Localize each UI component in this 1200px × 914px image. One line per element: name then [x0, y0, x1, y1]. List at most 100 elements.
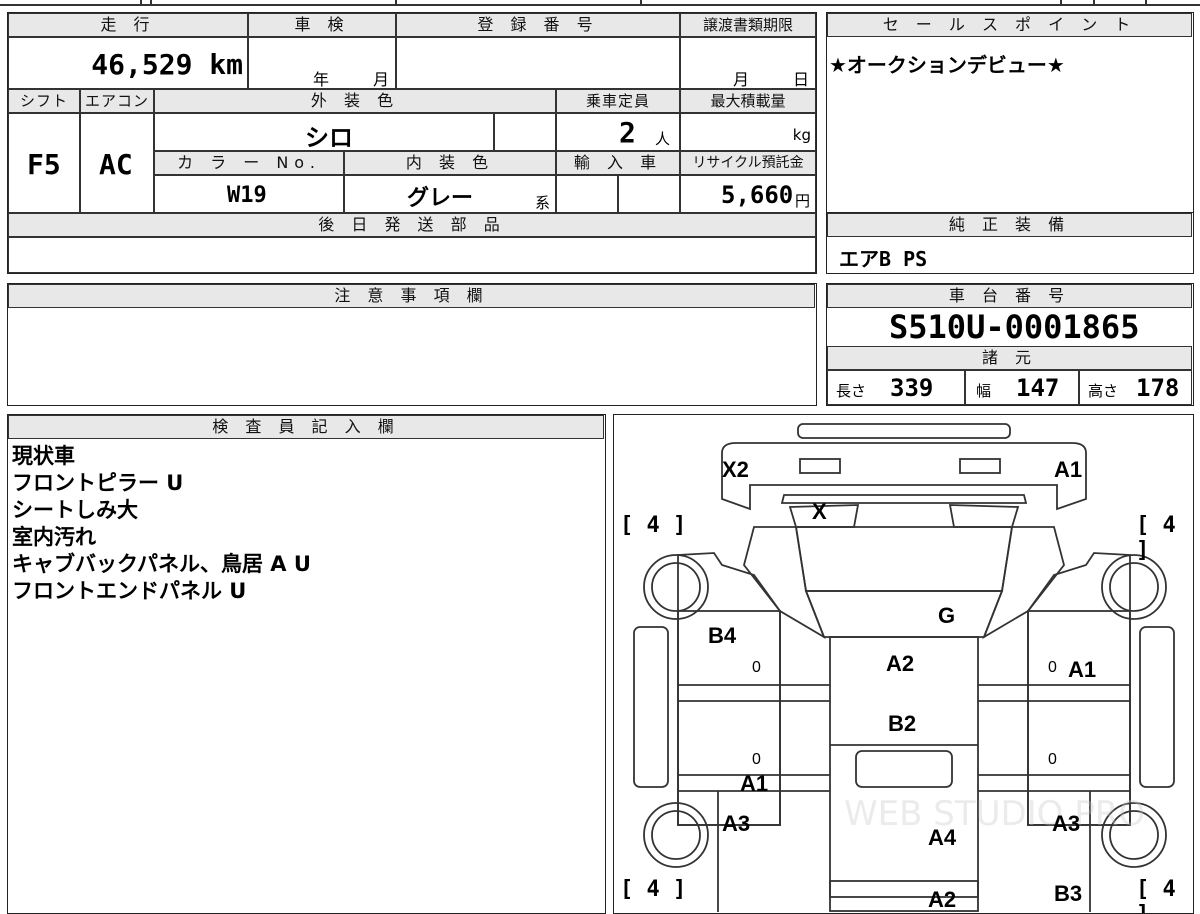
- sales-point-header: セ ー ル ス ポ イ ン ト: [827, 13, 1192, 37]
- later-parts-cell: [8, 237, 816, 273]
- capacity-value: 2: [619, 116, 636, 149]
- registration-header: 登 録 番 号: [396, 13, 680, 37]
- shift-header: シフト: [8, 89, 80, 113]
- top-clipped-strip: [0, 0, 1200, 6]
- transfer-day: 日: [793, 70, 810, 89]
- label-a1-left: A1: [740, 771, 769, 796]
- registration-cell: [396, 37, 680, 89]
- load-cell: kg: [680, 113, 816, 151]
- height-value: 178: [1136, 374, 1180, 402]
- label-x: X: [812, 499, 827, 524]
- load-header: 最大積載量: [680, 89, 816, 113]
- inspection-year: 年: [313, 70, 330, 89]
- sales-point-box: セ ー ル ス ポ イ ン ト ★オークションデビュー★: [826, 12, 1194, 214]
- height-cell: 高さ 178: [1079, 370, 1192, 405]
- bracket-front-right: [ 4 ]: [1136, 513, 1176, 563]
- ac-value: AC: [99, 148, 133, 181]
- chassis-box: 車 台 番 号 S510U-0001865 諸 元 長さ 339 幅 147 高…: [826, 283, 1194, 406]
- label-a1-top: A1: [1054, 457, 1083, 482]
- specs-header: 諸 元: [827, 346, 1192, 370]
- later-parts-header: 後 日 発 送 部 品: [8, 213, 816, 237]
- note-line: 室内汚れ: [12, 525, 96, 549]
- label-a3-right: A3: [1052, 811, 1081, 836]
- transfer-month: 月: [733, 70, 750, 89]
- length-label: 長さ: [836, 382, 867, 400]
- bracket-rear-left: [ 4 ]: [620, 877, 687, 902]
- label-b3: B3: [1054, 881, 1083, 906]
- note-line: フロントエンドパネル U: [12, 579, 247, 603]
- label-zero: 0: [752, 659, 761, 676]
- recycle-value: 5,660: [721, 181, 794, 209]
- label-b4: B4: [708, 623, 737, 648]
- capacity-header: 乗車定員: [556, 89, 680, 113]
- color-no-value: W19: [227, 183, 267, 208]
- transfer-cell: 月 日: [680, 37, 816, 89]
- exterior-extra-cell: [494, 113, 556, 151]
- exterior-cell: シロ: [154, 113, 494, 152]
- label-zero: 0: [1048, 751, 1057, 768]
- shift-value: F5: [27, 148, 61, 181]
- chassis-header: 車 台 番 号: [827, 284, 1192, 308]
- exterior-header: 外 装 色: [154, 89, 556, 113]
- label-g: G: [938, 603, 956, 628]
- inspection-month: 月: [373, 70, 390, 89]
- length-cell: 長さ 339: [827, 370, 965, 405]
- transfer-header: 譲渡書類期限: [680, 13, 816, 37]
- label-zero: 0: [1048, 659, 1057, 676]
- interior-value: グレー: [407, 186, 474, 211]
- interior-suffix: 系: [535, 194, 551, 212]
- watermark: WEB STUDIO PRO: [844, 794, 1145, 834]
- inspection-cell: 年 月: [248, 37, 396, 89]
- vehicle-diagram-box: WEB STUDIO PRO [ 4 ] [ 4 ] [ 4 ] [ 4 ] X…: [613, 414, 1194, 914]
- chassis-number: S510U-0001865: [889, 308, 1140, 346]
- length-value: 339: [890, 374, 934, 402]
- capacity-cell: 2 人: [556, 113, 680, 151]
- note-line: 現状車: [12, 444, 75, 468]
- label-zero: 0: [752, 751, 761, 768]
- recycle-unit: 円: [795, 192, 811, 210]
- label-a2: A2: [886, 651, 915, 676]
- note-line: フロントピラー U: [12, 471, 184, 495]
- ac-cell: AC: [80, 113, 154, 213]
- mileage-header: 走 行: [8, 13, 248, 37]
- exterior-value: シロ: [305, 124, 353, 152]
- bracket-front-left: [ 4 ]: [620, 513, 687, 538]
- note-line: キャブバックパネル、鳥居 A U: [12, 552, 311, 576]
- note-line: シートしみ大: [12, 498, 138, 522]
- caution-header: 注 意 事 項 欄: [8, 284, 815, 308]
- label-a2-bottom: A2: [928, 887, 957, 912]
- inspector-header: 検 査 員 記 入 欄: [8, 415, 604, 439]
- height-label: 高さ: [1088, 382, 1119, 400]
- recycle-header: リサイクル預託金: [680, 151, 816, 175]
- import-cell-b: [618, 175, 680, 213]
- caution-box: 注 意 事 項 欄: [7, 283, 817, 406]
- width-value: 147: [1016, 374, 1060, 402]
- genuine-equipment-text: エアB PS: [839, 247, 928, 271]
- load-unit: kg: [792, 126, 811, 144]
- ac-header: エアコン: [80, 89, 154, 113]
- interior-cell: グレー 系: [344, 175, 556, 213]
- label-x2: X2: [722, 457, 749, 482]
- label-a3-left: A3: [722, 811, 751, 836]
- width-cell: 幅 147: [965, 370, 1079, 405]
- inspection-header: 車 検: [248, 13, 396, 37]
- interior-header: 内 装 色: [344, 151, 556, 175]
- width-label: 幅: [976, 382, 992, 400]
- inspector-notes: 現状車 フロントピラー U シートしみ大 室内汚れ キャブバックパネル、鳥居 A…: [12, 443, 311, 605]
- sales-point-text: ★オークションデビュー★: [829, 53, 1065, 77]
- label-a4: A4: [928, 825, 957, 850]
- recycle-cell: 5,660 円: [680, 175, 816, 213]
- import-header: 輸 入 車: [556, 151, 680, 175]
- color-no-header: カ ラ ー No.: [154, 151, 344, 175]
- vehicle-info-table: 走 行 車 検 登 録 番 号 譲渡書類期限 46,529 km 年 月 月 日…: [7, 12, 817, 274]
- mileage-value: 46,529 km: [91, 48, 243, 81]
- genuine-equipment-header: 純 正 装 備: [827, 213, 1192, 237]
- bracket-rear-right: [ 4 ]: [1136, 877, 1176, 913]
- capacity-unit: 人: [655, 130, 671, 148]
- mileage-cell: 46,529 km: [8, 37, 248, 89]
- label-b2: B2: [888, 711, 917, 736]
- inspector-box: 検 査 員 記 入 欄 現状車 フロントピラー U シートしみ大 室内汚れ キャ…: [7, 414, 606, 914]
- color-no-cell: W19: [154, 175, 344, 213]
- label-a1-right: A1: [1068, 657, 1097, 682]
- shift-cell: F5: [8, 113, 80, 213]
